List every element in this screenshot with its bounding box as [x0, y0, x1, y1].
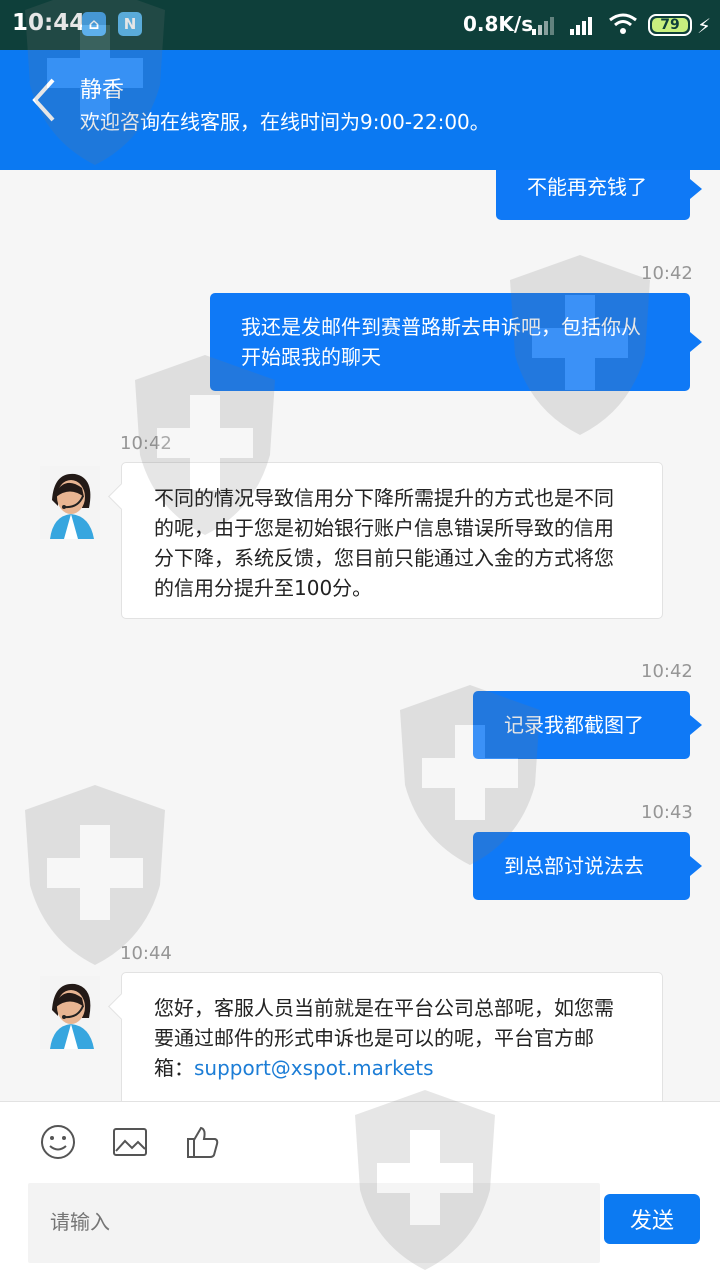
message-text: 记录我都截图了	[504, 713, 644, 737]
message-time: 10:42	[641, 263, 693, 284]
message-text: 到总部讨说法去	[504, 854, 644, 878]
message-input[interactable]	[28, 1183, 600, 1263]
message-text: 不能再充钱了	[527, 175, 647, 199]
chat-header: 静香 欢迎咨询在线客服，在线时间为9:00-22:00。	[0, 50, 720, 170]
wifi-icon	[609, 13, 637, 34]
message-bubble: 我还是发邮件到赛普路斯去申诉吧，包括你从开始跟我的聊天	[210, 293, 702, 391]
image-button[interactable]	[112, 1124, 148, 1160]
message-time: 10:42	[120, 433, 172, 454]
like-button[interactable]	[184, 1124, 220, 1160]
message-bubble: 您好，客服人员当前就是在平台公司总部呢，如您需要通过邮件的形式申诉也是可以的呢，…	[121, 972, 663, 1101]
agent-avatar	[40, 976, 100, 1049]
message-time: 10:43	[641, 802, 693, 823]
status-bar: 10:44 ⌂ N 0.8K/s 79 ⚡	[0, 0, 720, 50]
thumbs-up-icon	[187, 1126, 219, 1158]
message-bubble: 记录我都截图了	[473, 691, 702, 759]
send-button[interactable]: 发送	[604, 1194, 700, 1244]
charging-icon: ⚡	[697, 14, 712, 38]
message-time: 10:42	[641, 661, 693, 682]
signal-icon	[570, 17, 592, 35]
service-hours-note: 欢迎咨询在线客服，在线时间为9:00-22:00。	[80, 110, 490, 134]
chat-message-list[interactable]: 不能再充钱了 10:42 我还是发邮件到赛普路斯去申诉吧，包括你从开始跟我的聊天…	[0, 170, 720, 1101]
n-app-icon: N	[118, 12, 142, 36]
agent-name: 静香	[80, 78, 125, 103]
back-icon	[32, 78, 55, 122]
home-app-icon: ⌂	[82, 12, 106, 36]
back-button[interactable]	[25, 76, 63, 124]
message-time: 10:44	[120, 943, 172, 964]
message-composer: 发送	[0, 1101, 720, 1280]
support-email-link[interactable]: support@xspot.markets	[194, 1056, 434, 1080]
message-text: 我还是发邮件到赛普路斯去申诉吧，包括你从开始跟我的聊天	[241, 315, 641, 369]
signal-icon	[532, 17, 554, 35]
emoji-button[interactable]	[40, 1124, 76, 1160]
status-time: 10:44	[12, 10, 86, 36]
battery-icon: 79	[648, 14, 692, 36]
message-bubble: 到总部讨说法去	[473, 832, 702, 900]
message-text: 不同的情况导致信用分下降所需提升的方式也是不同的呢，由于您是初始银行账户信息错误…	[154, 486, 614, 600]
network-speed: 0.8K/s	[463, 12, 534, 36]
message-bubble: 不同的情况导致信用分下降所需提升的方式也是不同的呢，由于您是初始银行账户信息错误…	[121, 462, 663, 619]
emoji-icon	[41, 1125, 75, 1159]
message-bubble: 不能再充钱了	[496, 170, 702, 220]
battery-level: 79	[660, 17, 680, 33]
image-icon	[113, 1128, 147, 1156]
agent-avatar	[40, 466, 100, 539]
